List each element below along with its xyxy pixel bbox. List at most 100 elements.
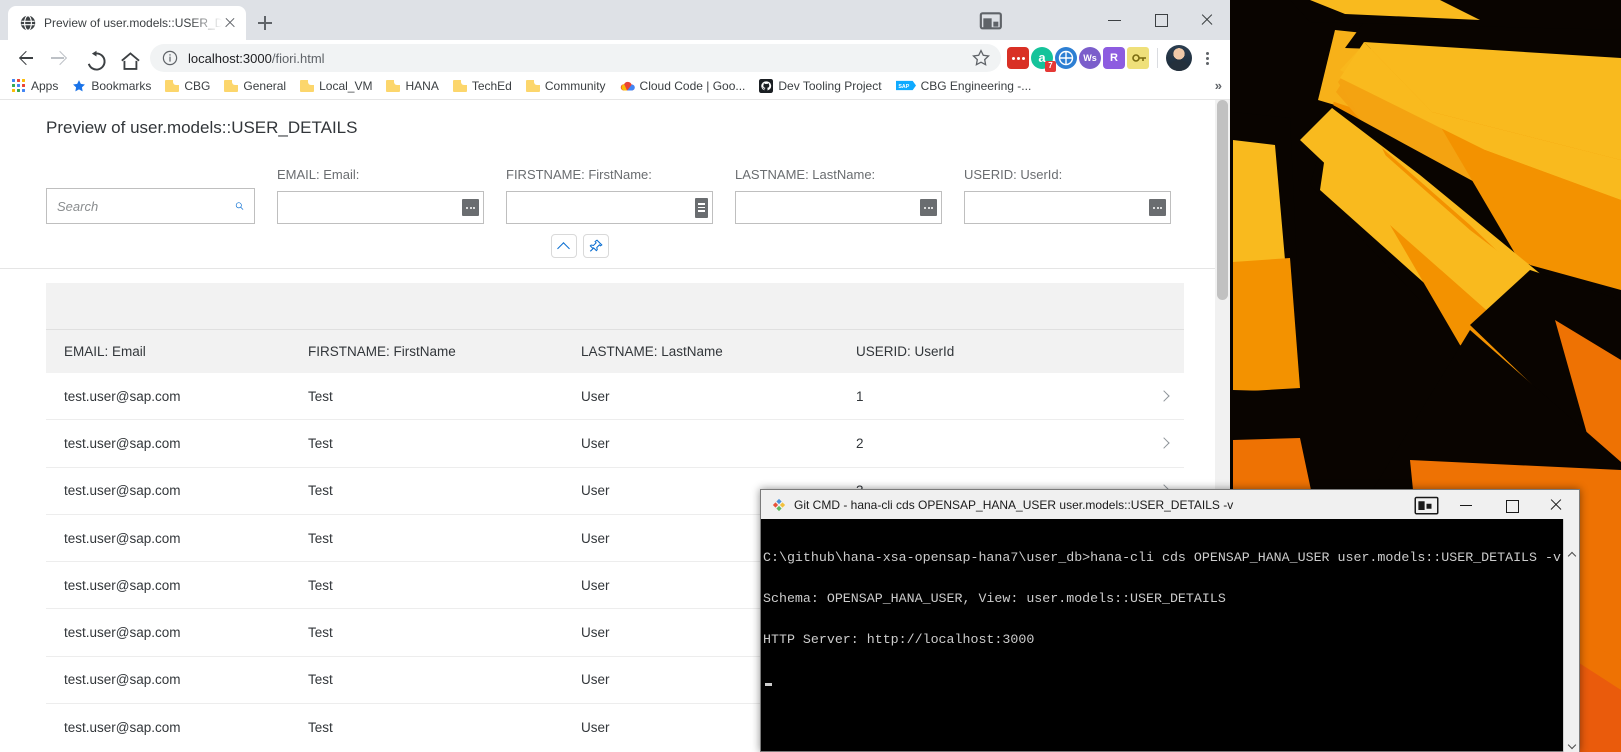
bookmark-general[interactable]: General: [218, 76, 292, 96]
terminal-line: HTTP Server: http://localhost:3000: [763, 632, 1035, 648]
cell-email: test.user@sap.com: [64, 672, 181, 688]
home-icon[interactable]: [110, 43, 144, 73]
bookmark-star-icon[interactable]: [971, 48, 991, 68]
bookmark-label: CBG Engineering -...: [920, 78, 1032, 93]
filter-bar-divider: [0, 268, 1230, 269]
pin-filterbar-button[interactable]: [583, 234, 609, 258]
search-field: [46, 164, 255, 224]
terminal-title-bar[interactable]: Git CMD - hana-cli cds OPENSAP_HANA_USER…: [761, 490, 1579, 519]
terminal-maximize-button[interactable]: [1489, 490, 1534, 519]
bookmark-hana[interactable]: HANA: [380, 76, 444, 96]
cell-email: test.user@sap.com: [64, 483, 181, 499]
reload-icon[interactable]: [76, 43, 110, 73]
extension-globe-blue[interactable]: [1055, 47, 1077, 69]
column-header-lastname[interactable]: LASTNAME: LastName: [581, 344, 856, 359]
bookmark-teched[interactable]: TechEd: [447, 76, 518, 96]
row-navigate-button[interactable]: [1144, 439, 1184, 448]
browser-tab[interactable]: Preview of user.models::USER_DE: [8, 6, 246, 40]
sap-icon: SAP: [895, 80, 916, 91]
table-row[interactable]: test.user@sap.com Test User 1: [46, 373, 1184, 421]
cell-firstname: Test: [308, 672, 333, 688]
folder-icon: [525, 79, 540, 92]
cell-firstname: Test: [308, 483, 333, 499]
bookmark-community[interactable]: Community: [520, 76, 612, 96]
bookmark-cbg-engineering[interactable]: SAP CBG Engineering -...: [890, 76, 1038, 96]
cloud-code-icon: [620, 81, 635, 91]
cell-email: test.user@sap.com: [64, 577, 181, 593]
maximize-button[interactable]: [1138, 0, 1184, 40]
cell-firstname: Test: [308, 388, 333, 404]
bookmark-bookmarks[interactable]: Bookmarks: [66, 76, 157, 96]
chevron-right-icon: [1160, 439, 1169, 448]
back-icon[interactable]: [8, 43, 42, 73]
star-icon: [73, 79, 86, 91]
column-header-firstname[interactable]: FIRSTNAME: FirstName: [308, 344, 581, 359]
bookmark-label: Cloud Code | Goo...: [639, 78, 746, 93]
column-header-email[interactable]: EMAIL: Email: [46, 344, 308, 359]
cell-lastname: User: [581, 388, 610, 404]
filter-label: LASTNAME: LastName:: [735, 167, 876, 182]
value-help-icon[interactable]: [920, 199, 937, 216]
terminal-output[interactable]: C:\github\hana-xsa-opensap-hana7\user_db…: [761, 519, 1579, 752]
extension-ws-purple[interactable]: Ws: [1079, 47, 1101, 69]
row-navigate-button[interactable]: [1144, 392, 1184, 401]
cell-firstname: Test: [308, 625, 333, 641]
filter-field-userid: USERID: UserId:: [964, 167, 1171, 224]
info-circle-icon[interactable]: [162, 50, 178, 66]
bookmarks-overflow-button[interactable]: »: [1215, 78, 1222, 93]
search-box[interactable]: [46, 188, 255, 224]
filter-input-userid[interactable]: [964, 191, 1171, 224]
cell-firstname: Test: [308, 577, 333, 593]
value-help-icon[interactable]: [1149, 199, 1166, 216]
extension-red-dots[interactable]: [1007, 47, 1029, 69]
terminal-minimize-button[interactable]: [1444, 490, 1489, 519]
cast-icon[interactable]: [1404, 490, 1444, 519]
close-window-button[interactable]: [1184, 0, 1230, 40]
table-toolbar: [46, 283, 1184, 329]
terminal-close-button[interactable]: [1534, 490, 1579, 519]
scroll-down-icon[interactable]: [1564, 737, 1579, 752]
filter-label: FIRSTNAME: FirstName:: [506, 167, 652, 182]
page-scrollbar-thumb[interactable]: [1217, 100, 1228, 300]
new-tab-button[interactable]: [252, 10, 278, 36]
address-toolbar: localhost:3000/fiori.html a 7 Ws R: [0, 40, 1230, 72]
search-icon[interactable]: [235, 197, 244, 215]
bookmark-cloud-code[interactable]: Cloud Code | Goo...: [614, 76, 752, 96]
value-help-icon[interactable]: [695, 197, 708, 218]
cell-firstname: Test: [308, 719, 333, 735]
forward-icon[interactable]: [42, 43, 76, 73]
search-input[interactable]: [57, 198, 235, 214]
extensions-row: a 7 Ws R: [1007, 45, 1222, 72]
filter-input-email[interactable]: [277, 191, 484, 224]
value-help-icon[interactable]: [462, 199, 479, 216]
extension-key-yellow[interactable]: [1127, 47, 1149, 69]
close-icon[interactable]: [222, 15, 238, 31]
window-controls: [1092, 0, 1230, 40]
filter-input-firstname[interactable]: [506, 191, 713, 224]
filter-input-lastname[interactable]: [735, 191, 942, 224]
scroll-up-icon[interactable]: [1564, 547, 1579, 563]
bookmark-label: Local_VM: [319, 78, 373, 93]
column-header-userid[interactable]: USERID: UserId: [856, 344, 1144, 359]
minimize-button[interactable]: [1092, 0, 1138, 40]
svg-text:SAP: SAP: [898, 84, 909, 90]
extension-r-purple[interactable]: R: [1103, 47, 1125, 69]
avatar[interactable]: [1166, 45, 1192, 71]
extension-grammarly[interactable]: a 7: [1031, 47, 1056, 72]
terminal-scrollbar[interactable]: [1563, 519, 1579, 752]
bookmark-local-vm[interactable]: Local_VM: [294, 76, 378, 96]
bookmark-dev-tooling-project[interactable]: Dev Tooling Project: [753, 76, 887, 96]
collapse-filterbar-button[interactable]: [551, 234, 577, 258]
filter-label: EMAIL: Email:: [277, 167, 360, 182]
filter-field-email: EMAIL: Email:: [277, 167, 484, 224]
table-row[interactable]: test.user@sap.com Test User 2: [46, 420, 1184, 468]
bookmark-cbg[interactable]: CBG: [159, 76, 216, 96]
cast-icon[interactable]: [968, 0, 1012, 40]
chrome-menu-icon[interactable]: [1194, 45, 1220, 71]
url-text: localhost:3000/fiori.html: [188, 51, 325, 66]
folder-icon: [452, 79, 467, 92]
cell-email: test.user@sap.com: [64, 719, 181, 735]
apps-grid-icon: [12, 78, 26, 93]
omnibox[interactable]: localhost:3000/fiori.html: [150, 44, 1001, 72]
bookmark-apps[interactable]: Apps: [6, 76, 64, 96]
